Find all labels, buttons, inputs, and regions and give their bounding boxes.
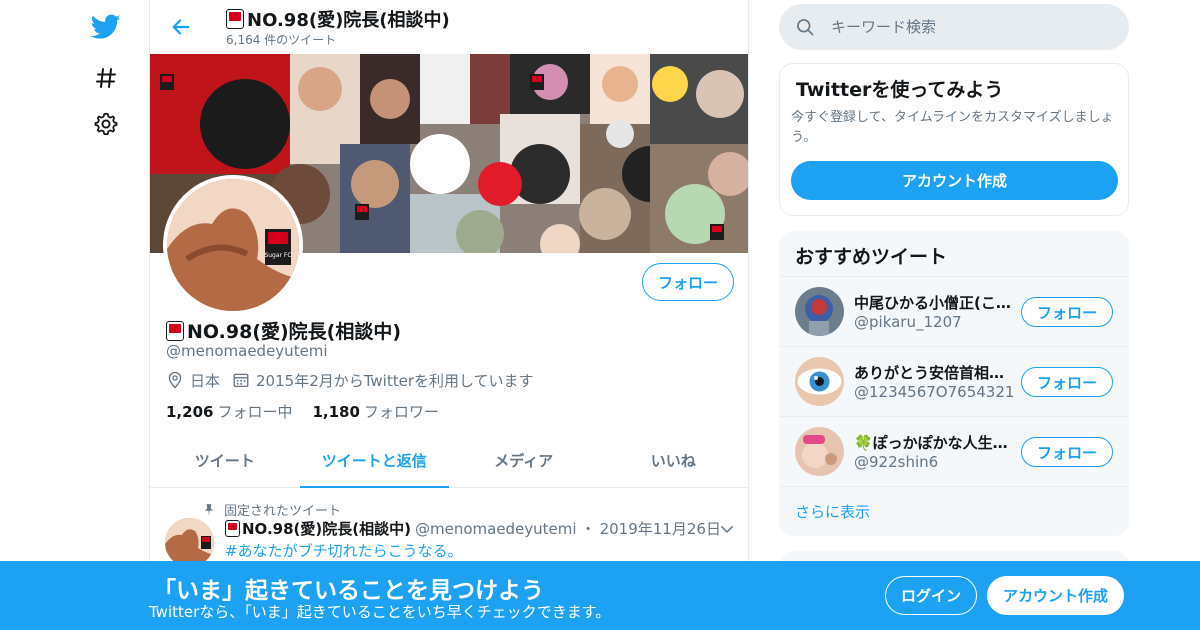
- profile-joined: 2015年2月からTwitterを利用しています: [232, 370, 534, 391]
- follow-button[interactable]: フォロー: [1021, 437, 1113, 467]
- hanafuda-card-icon: [226, 9, 244, 29]
- rec-name[interactable]: 🍀ぽっかぽかな人生…: [854, 432, 1014, 453]
- tab-tweets-and-replies[interactable]: ツイートと返信: [299, 433, 450, 488]
- pinned-label-row: 固定されたツイート: [202, 500, 341, 519]
- profile-joined-text: 2015年2月からTwitterを利用しています: [256, 371, 534, 390]
- chevron-down-icon[interactable]: [718, 520, 736, 538]
- followers-count: 1,180: [312, 403, 360, 421]
- rec-name[interactable]: 中尾ひかる小僧正(こ…: [854, 292, 1014, 313]
- header-tweet-count: 6,164 件のツイート: [226, 33, 337, 47]
- tweet-avatar-image: [165, 518, 214, 567]
- twitter-bird-svg: [91, 14, 121, 39]
- followers-label: フォロワー: [363, 403, 439, 421]
- recommended-title: おすすめツイート: [795, 246, 948, 268]
- tab-likes[interactable]: いいね: [599, 433, 749, 487]
- profile-tabs: ツイート ツイートと返信 メディア いいね: [150, 433, 748, 488]
- bottom-bar-subtitle: Twitterなら、「いま」起きていることをいち早くチェックできます。: [149, 603, 611, 621]
- profile-name: NO.98(愛)院長(相談中): [166, 317, 401, 344]
- show-more-link[interactable]: さらに表示: [795, 501, 870, 522]
- profile-name-text: NO.98(愛)院長(相談中): [187, 321, 402, 343]
- hashtag-icon[interactable]: [90, 62, 122, 94]
- gear-svg: [94, 112, 118, 135]
- signup-card: Twitterを使ってみよう 今すぐ登録して、タイムラインをカスタマイズしましょ…: [779, 63, 1129, 216]
- rec-handle: @pikaru_1207: [854, 313, 962, 331]
- tab-media[interactable]: メディア: [449, 433, 599, 487]
- profile-stats: 1,206 フォロー中 1,180 フォロワー: [166, 401, 439, 422]
- list-item[interactable]: 中尾ひかる小僧正(こ… @pikaru_1207 フォロー: [779, 276, 1129, 346]
- rec-avatar-2-image: [795, 357, 844, 406]
- rec-avatar-3-image: [795, 427, 844, 476]
- profile-header-bar: NO.98(愛)院長(相談中) 6,164 件のツイート: [150, 0, 748, 54]
- avatar[interactable]: [795, 357, 844, 406]
- hanafuda-card-icon: [225, 520, 240, 537]
- bottom-signup-bar: 「いま」起きていることを見つけよう Twitterなら、「いま」起きていることを…: [0, 561, 1200, 630]
- profile-location-text: 日本: [190, 371, 221, 390]
- signup-card-description: 今すぐ登録して、タイムラインをカスタマイズしましょう。: [791, 110, 1114, 145]
- create-account-button[interactable]: アカウント作成: [791, 161, 1118, 200]
- pin-icon: [204, 503, 214, 516]
- tweet-author-handle[interactable]: @menomaedeyutemi: [415, 520, 577, 538]
- search-input[interactable]: [831, 18, 1111, 36]
- tweet-date[interactable]: 2019年11月26日: [600, 518, 721, 539]
- tweet-separator: ・: [580, 520, 596, 538]
- rec-handle: @1234567O7654321: [854, 383, 1015, 401]
- chevron-down-svg: [721, 526, 733, 533]
- avatar-image: Sugar FC: [167, 179, 299, 311]
- recommended-card: おすすめツイート 中尾ひかる小僧正(こ… @pikaru_1207 フォロー あ…: [779, 231, 1129, 536]
- back-arrow-icon[interactable]: [166, 12, 196, 42]
- app-root: NO.98(愛)院長(相談中) 6,164 件のツイート Sugar FC フォ…: [0, 0, 1200, 630]
- header-name-text: NO.98(愛)院長(相談中): [247, 10, 450, 31]
- search-icon: [797, 19, 814, 36]
- back-arrow-svg: [172, 19, 190, 35]
- bottom-bar-title: 「いま」起きていることを見つけよう: [153, 578, 544, 604]
- follow-button[interactable]: フォロー: [1021, 367, 1113, 397]
- rec-avatar-1-image: [795, 287, 844, 336]
- bottom-create-account-button[interactable]: アカウント作成: [987, 576, 1124, 615]
- profile-handle: @menomaedeyutemi: [166, 342, 328, 360]
- followers-stat[interactable]: 1,180 フォロワー: [312, 401, 438, 422]
- hanafuda-card-icon: [166, 320, 184, 341]
- profile-location: 日本: [166, 370, 220, 391]
- avatar-badge-text: Sugar FC: [264, 252, 291, 259]
- location-pin-icon: [168, 371, 182, 389]
- calendar-icon: [233, 373, 249, 388]
- avatar[interactable]: [795, 287, 844, 336]
- following-count: 1,206: [166, 403, 214, 421]
- following-stat[interactable]: 1,206 フォロー中: [166, 401, 292, 422]
- rec-handle: @922shin6: [854, 453, 939, 471]
- login-button[interactable]: ログイン: [885, 576, 977, 615]
- avatar[interactable]: [795, 427, 844, 476]
- tab-tweets[interactable]: ツイート: [150, 433, 300, 487]
- twitter-bird-icon[interactable]: [90, 11, 122, 43]
- list-item[interactable]: ありがとう安倍首相… @1234567O7654321 フォロー: [779, 346, 1129, 416]
- profile-column: NO.98(愛)院長(相談中) 6,164 件のツイート Sugar FC フォ…: [149, 0, 749, 630]
- profile-follow-button[interactable]: フォロー: [642, 263, 734, 301]
- hashtag-svg: [96, 68, 116, 88]
- search-bar: [779, 4, 1129, 50]
- rec-name[interactable]: ありがとう安倍首相…: [854, 362, 1014, 383]
- list-item[interactable]: 🍀ぽっかぽかな人生… @922shin6 フォロー: [779, 416, 1129, 486]
- gear-icon[interactable]: [90, 108, 122, 140]
- follow-button[interactable]: フォロー: [1021, 297, 1113, 327]
- following-label: フォロー中: [217, 403, 293, 421]
- profile-avatar[interactable]: Sugar FC: [163, 175, 303, 315]
- tweet-avatar[interactable]: [165, 518, 214, 567]
- tweet-author-name[interactable]: NO.98(愛)院長(相談中): [225, 518, 411, 539]
- pinned-label: 固定されたツイート: [224, 504, 342, 519]
- signup-card-title: Twitterを使ってみよう: [796, 79, 1004, 101]
- tweet-author-name-text: NO.98(愛)院長(相談中): [242, 520, 411, 538]
- header-title: NO.98(愛)院長(相談中): [226, 6, 450, 32]
- profile-meta: 日本 2015年2月からTwitterを利用しています: [166, 370, 546, 390]
- tweet-header: NO.98(愛)院長(相談中) @menomaedeyutemi ・ 2019年…: [225, 518, 721, 539]
- tweet-hashtag-text[interactable]: #あなたがブチ切れたらこうなる。: [225, 540, 463, 561]
